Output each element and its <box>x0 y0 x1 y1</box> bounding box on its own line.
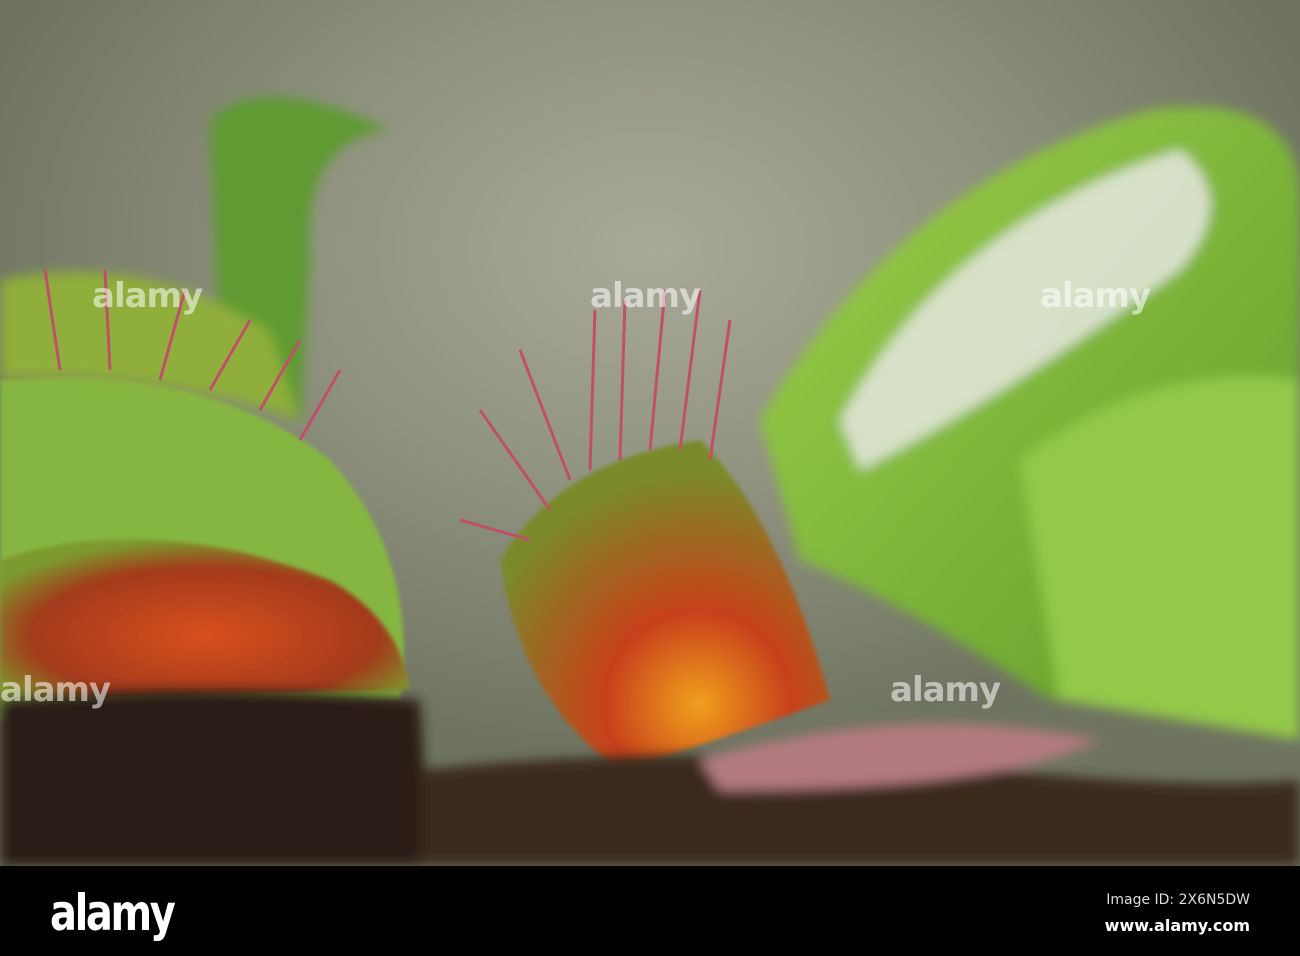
left-trap <box>0 271 410 720</box>
photo-venus-flytrap: alamy alamy alamy alamy alamy <box>0 0 1300 866</box>
watermark: alamy <box>0 670 111 710</box>
footer-bar: alamy Image ID: 2X6N5DW www.alamy.com <box>0 866 1300 956</box>
watermark: alamy <box>1040 276 1151 316</box>
alamy-logo: alamy <box>50 884 176 942</box>
watermark: alamy <box>92 276 203 316</box>
image-id: Image ID: 2X6N5DW <box>1106 892 1250 908</box>
watermark: alamy <box>890 670 1001 710</box>
photo-scene <box>0 97 1300 866</box>
site-url: www.alamy.com <box>1104 916 1250 935</box>
watermark: alamy <box>590 276 701 316</box>
